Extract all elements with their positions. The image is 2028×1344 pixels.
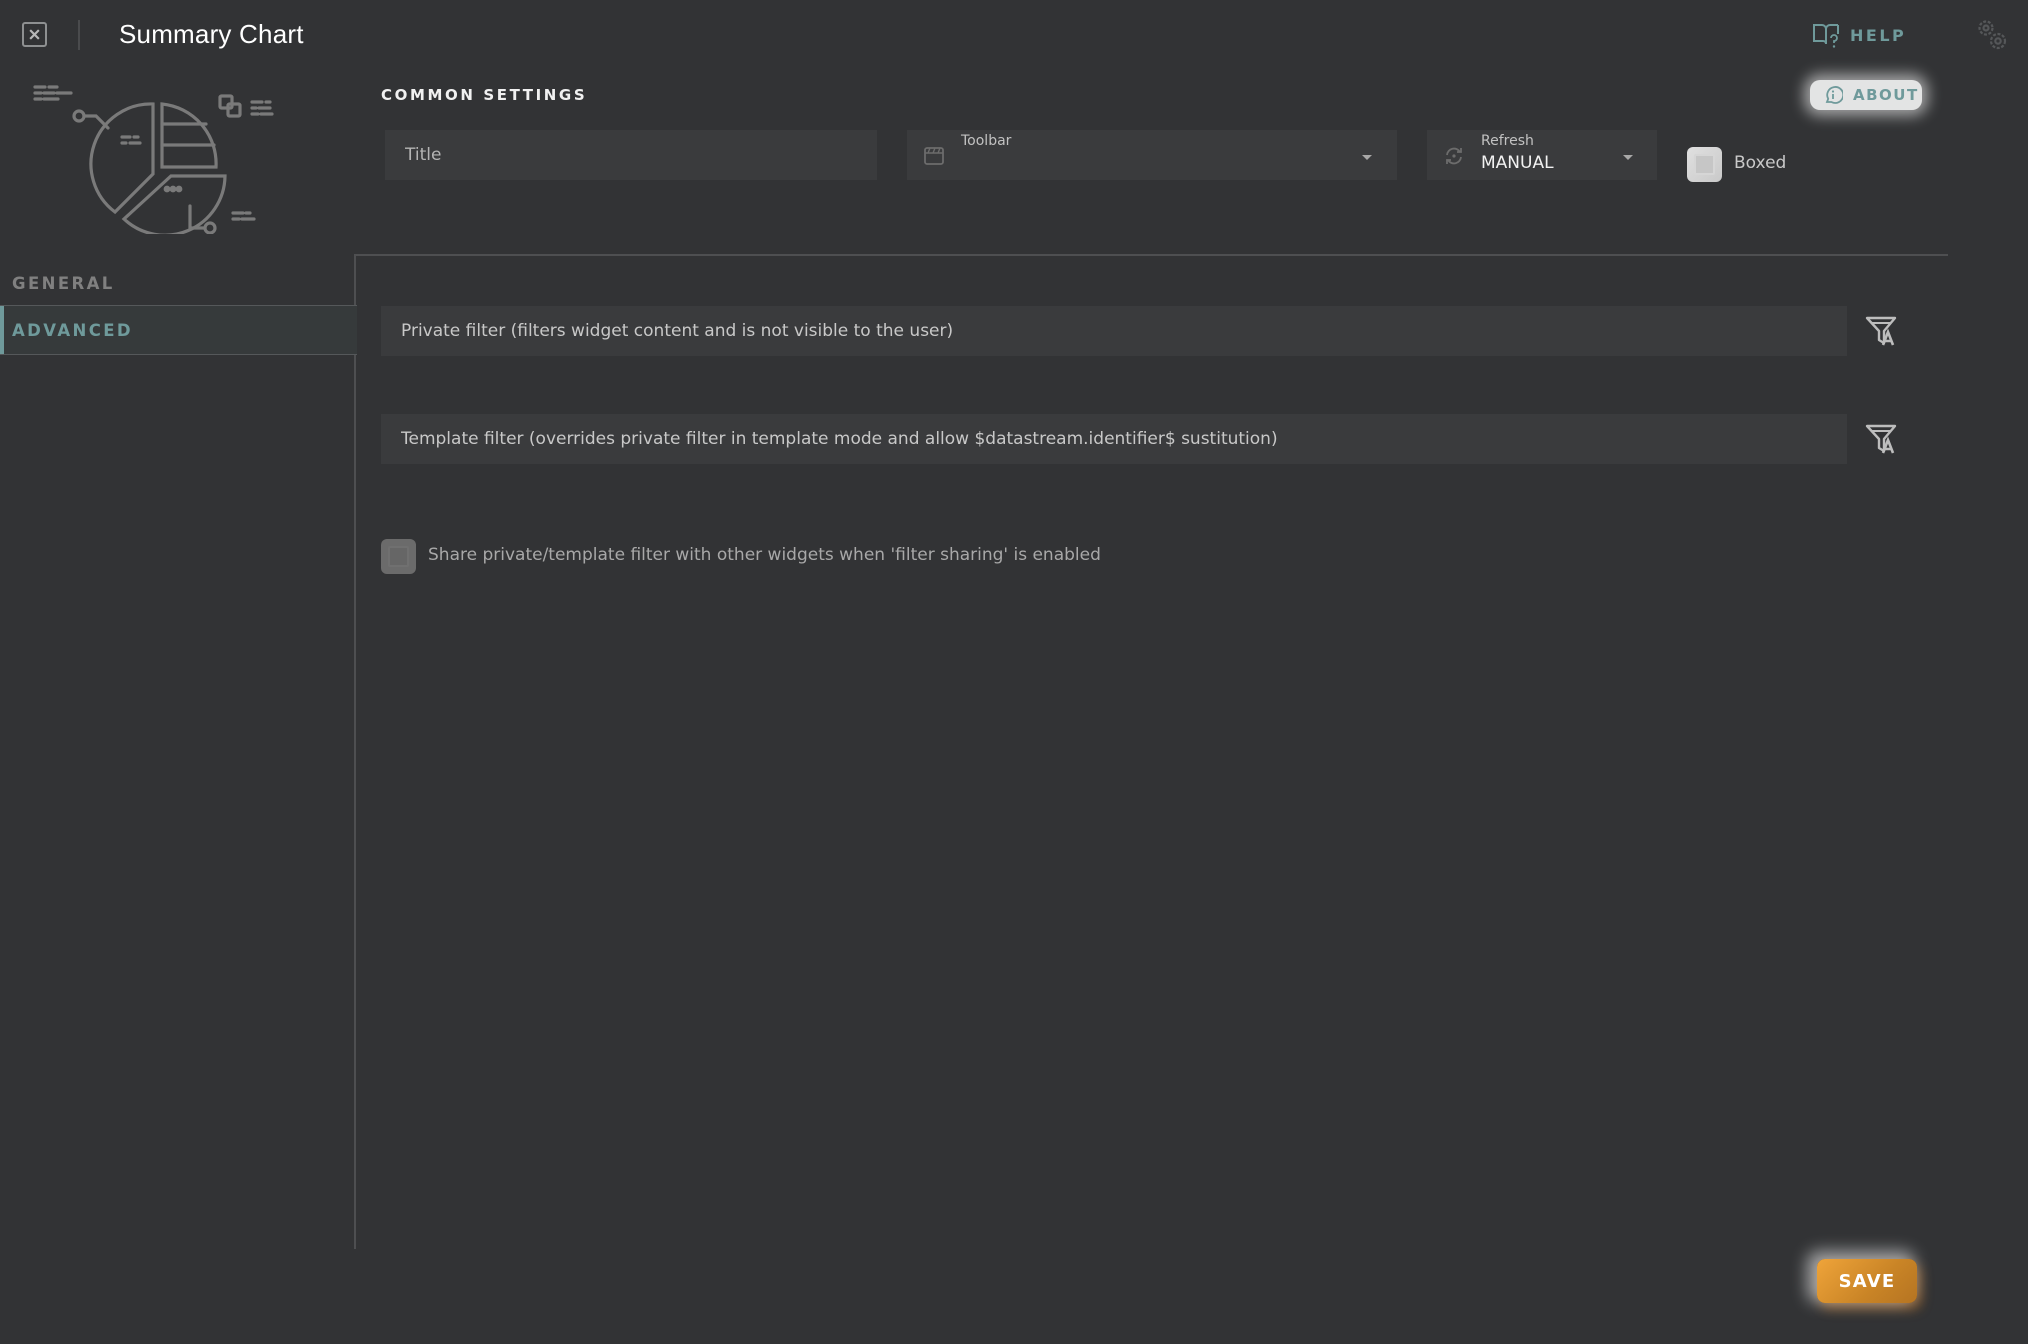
sidebar-item-label: GENERAL bbox=[12, 274, 115, 293]
content-top-divider bbox=[355, 254, 1948, 256]
toolbar-select-label: Toolbar bbox=[961, 133, 1012, 149]
checkbox-box bbox=[1694, 154, 1715, 175]
filter-a-icon bbox=[1865, 424, 1897, 454]
about-button[interactable]: ABOUT bbox=[1810, 80, 1922, 110]
help-button[interactable]: HELP bbox=[1812, 21, 1906, 49]
template-filter-editor-button[interactable] bbox=[1864, 422, 1898, 456]
sidebar-divider bbox=[354, 254, 356, 1249]
page-title: Summary Chart bbox=[119, 19, 304, 49]
chevron-down-icon bbox=[1362, 155, 1372, 160]
title-input[interactable] bbox=[385, 130, 877, 180]
refresh-select-label: Refresh bbox=[1481, 133, 1534, 149]
sidebar-item-advanced[interactable]: ADVANCED bbox=[0, 305, 357, 355]
share-filter-label: Share private/template filter with other… bbox=[428, 545, 1101, 565]
header-divider bbox=[78, 20, 80, 50]
toolbar-select[interactable]: Toolbar bbox=[907, 130, 1397, 180]
private-filter-editor-button[interactable] bbox=[1864, 314, 1898, 348]
boxed-label: Boxed bbox=[1734, 153, 1787, 173]
sidebar-item-label: ADVANCED bbox=[12, 320, 133, 340]
filter-a-icon bbox=[1865, 316, 1897, 346]
template-filter-input[interactable] bbox=[381, 414, 1847, 464]
refresh-icon bbox=[1446, 147, 1462, 165]
summary-chart-illustration bbox=[30, 82, 292, 237]
private-filter-input[interactable] bbox=[381, 306, 1847, 356]
save-button[interactable]: SAVE bbox=[1817, 1259, 1917, 1303]
about-label: ABOUT bbox=[1853, 86, 1919, 104]
settings-gears-button[interactable] bbox=[1975, 17, 2009, 53]
share-filter-checkbox[interactable] bbox=[381, 539, 416, 574]
pie-chart-illustration-icon bbox=[33, 85, 274, 237]
active-indicator bbox=[0, 306, 4, 354]
sidebar-item-general[interactable]: GENERAL bbox=[0, 262, 355, 305]
close-icon bbox=[29, 29, 40, 40]
chevron-down-icon bbox=[1623, 155, 1633, 160]
book-question-icon bbox=[1813, 24, 1839, 48]
gears-icon bbox=[1978, 20, 2007, 50]
close-button[interactable] bbox=[22, 22, 47, 47]
boxed-checkbox[interactable] bbox=[1687, 147, 1722, 182]
info-bubble-icon bbox=[1825, 86, 1843, 104]
common-settings-heading: COMMON SETTINGS bbox=[381, 86, 588, 104]
checkbox-box bbox=[388, 546, 409, 567]
refresh-select[interactable]: Refresh MANUAL bbox=[1427, 130, 1657, 180]
help-label: HELP bbox=[1850, 25, 1907, 45]
refresh-select-value: MANUAL bbox=[1481, 153, 1554, 173]
clapperboard-icon bbox=[924, 147, 944, 165]
